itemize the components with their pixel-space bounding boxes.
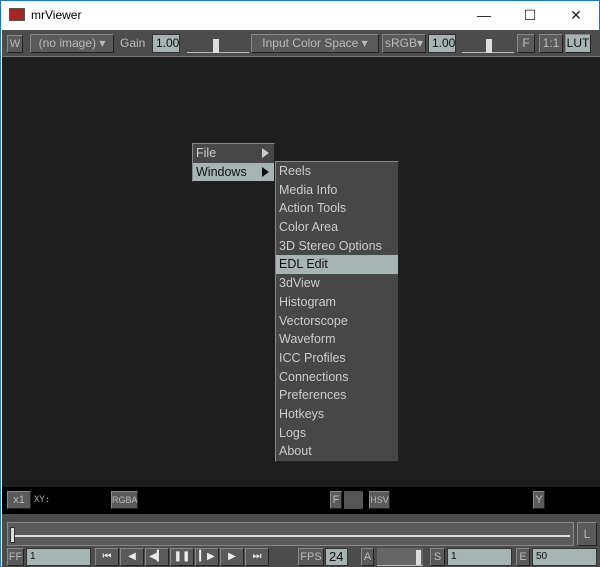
context-menu: File Windows [192, 143, 275, 183]
submenu-item[interactable]: 3dView [276, 274, 398, 293]
play-backwards-icon: ◀▎ [149, 551, 165, 562]
info-bar: x1 XY: RGBA F HSV Y [2, 487, 600, 514]
app-icon [9, 8, 25, 21]
xy-label: XY: [34, 495, 51, 505]
input-color-space-value: Input Color Space [262, 36, 359, 50]
step-back-button[interactable]: ◀ [120, 548, 144, 566]
hsv-button[interactable]: HSV [369, 491, 390, 509]
gamma-input[interactable]: 1.00 [428, 34, 456, 53]
submenu-item[interactable]: 3D Stereo Options [276, 237, 398, 256]
toolbar: W (no image) ▾ Gain 1.00 Input Color Spa… [2, 30, 600, 57]
submenu-item[interactable]: Media Info [276, 181, 398, 200]
last-frame-button[interactable]: ⏭ [245, 548, 269, 566]
step-forward-button[interactable]: ▶ [220, 548, 244, 566]
output-space-value: sRGB [384, 36, 417, 50]
color-swatch [344, 491, 363, 509]
menu-item-label: File [196, 146, 217, 160]
input-color-space-select[interactable]: Input Color Space ▾ [251, 34, 379, 53]
zoom-button[interactable]: x1 [7, 491, 31, 509]
gain-slider-handle[interactable] [213, 39, 219, 53]
play-forwards-icon: ▎▶ [199, 551, 215, 562]
submenu-item[interactable]: Histogram [276, 293, 398, 312]
audio-button[interactable]: A [361, 548, 374, 566]
w-button[interactable]: W [7, 35, 23, 53]
menu-item-label: Windows [196, 164, 247, 179]
submenu-item[interactable]: ICC Profiles [276, 349, 398, 368]
image-select[interactable]: (no image) ▾ [30, 34, 114, 53]
step-back-icon: ◀ [128, 551, 136, 562]
submenu-item[interactable]: Reels [276, 162, 398, 181]
start-button[interactable]: S [430, 548, 445, 566]
close-button[interactable]: ✕ [553, 1, 599, 29]
app-window: mrViewer — ☐ ✕ W (no image) ▾ Gain 1.00 … [0, 0, 600, 567]
menu-item-file[interactable]: File [193, 144, 274, 163]
timeline-slider[interactable] [7, 522, 574, 546]
f-info-button[interactable]: F [330, 491, 342, 509]
output-space-select[interactable]: sRGB▾ [382, 34, 426, 53]
submenu-item[interactable]: EDL Edit [276, 255, 398, 275]
gain-input[interactable]: 1.00 [152, 34, 180, 53]
y-button[interactable]: Y [533, 491, 545, 509]
image-viewer[interactable]: File Windows Reels Media Info Action Tools… [2, 57, 600, 487]
menu-item-windows[interactable]: Windows [193, 162, 274, 182]
submenu-item[interactable]: Waveform [276, 330, 398, 349]
window-title: mrViewer [31, 8, 82, 22]
lut-button[interactable]: LUT [565, 34, 591, 53]
minimize-button[interactable]: — [461, 1, 507, 29]
end-input[interactable]: 50 [532, 548, 597, 566]
image-select-value: (no image) [38, 36, 96, 50]
timeline-panel: L FF 1 ⏮ ◀ ◀▎ ❚❚ ▎▶ ▶ ⏭ FPS 24 A S 1 E 50 [2, 514, 600, 567]
submenu-item[interactable]: Preferences [276, 386, 398, 405]
pause-icon: ❚❚ [173, 551, 191, 562]
first-frame-icon: ⏮ [102, 551, 112, 562]
loop-button[interactable]: L [577, 522, 597, 546]
title-bar: mrViewer — ☐ ✕ [1, 1, 599, 29]
end-button[interactable]: E [516, 548, 530, 566]
gain-label: Gain [120, 36, 146, 50]
gamma-slider-handle[interactable] [486, 39, 492, 53]
play-forwards-button[interactable]: ▎▶ [195, 548, 219, 566]
submenu-arrow-icon [262, 148, 269, 158]
timeline-handle[interactable] [10, 527, 15, 543]
first-frame-button[interactable]: ⏮ [95, 548, 119, 566]
pause-button[interactable]: ❚❚ [170, 548, 194, 566]
submenu-item[interactable]: Vectorscope [276, 312, 398, 331]
gamma-slider[interactable] [462, 35, 514, 53]
frame-button[interactable]: FF [7, 548, 24, 566]
submenu-item[interactable]: About [276, 442, 398, 461]
submenu-item[interactable]: Logs [276, 424, 398, 443]
start-input[interactable]: 1 [447, 548, 512, 566]
fps-input[interactable]: 24 [325, 548, 348, 566]
submenu-item[interactable]: Connections [276, 368, 398, 387]
ratio-button[interactable]: 1:1 [539, 34, 563, 53]
windows-submenu: Reels Media Info Action Tools Color Area 3D … [275, 161, 399, 462]
last-frame-icon: ⏭ [252, 551, 262, 562]
maximize-button[interactable]: ☐ [507, 1, 553, 29]
volume-slider[interactable] [377, 548, 423, 566]
fps-button[interactable]: FPS [298, 548, 324, 566]
gain-slider[interactable] [187, 35, 249, 53]
submenu-item[interactable]: Action Tools [276, 199, 398, 218]
volume-handle[interactable] [416, 550, 421, 565]
submenu-item[interactable]: Color Area [276, 218, 398, 237]
submenu-item[interactable]: Hotkeys [276, 405, 398, 424]
step-forward-icon: ▶ [228, 551, 236, 562]
f-button[interactable]: F [517, 34, 535, 53]
submenu-arrow-icon [262, 166, 269, 177]
rgba-button[interactable]: RGBA [111, 491, 138, 509]
frame-input[interactable]: 1 [26, 548, 91, 566]
play-backwards-button[interactable]: ◀▎ [145, 548, 169, 566]
